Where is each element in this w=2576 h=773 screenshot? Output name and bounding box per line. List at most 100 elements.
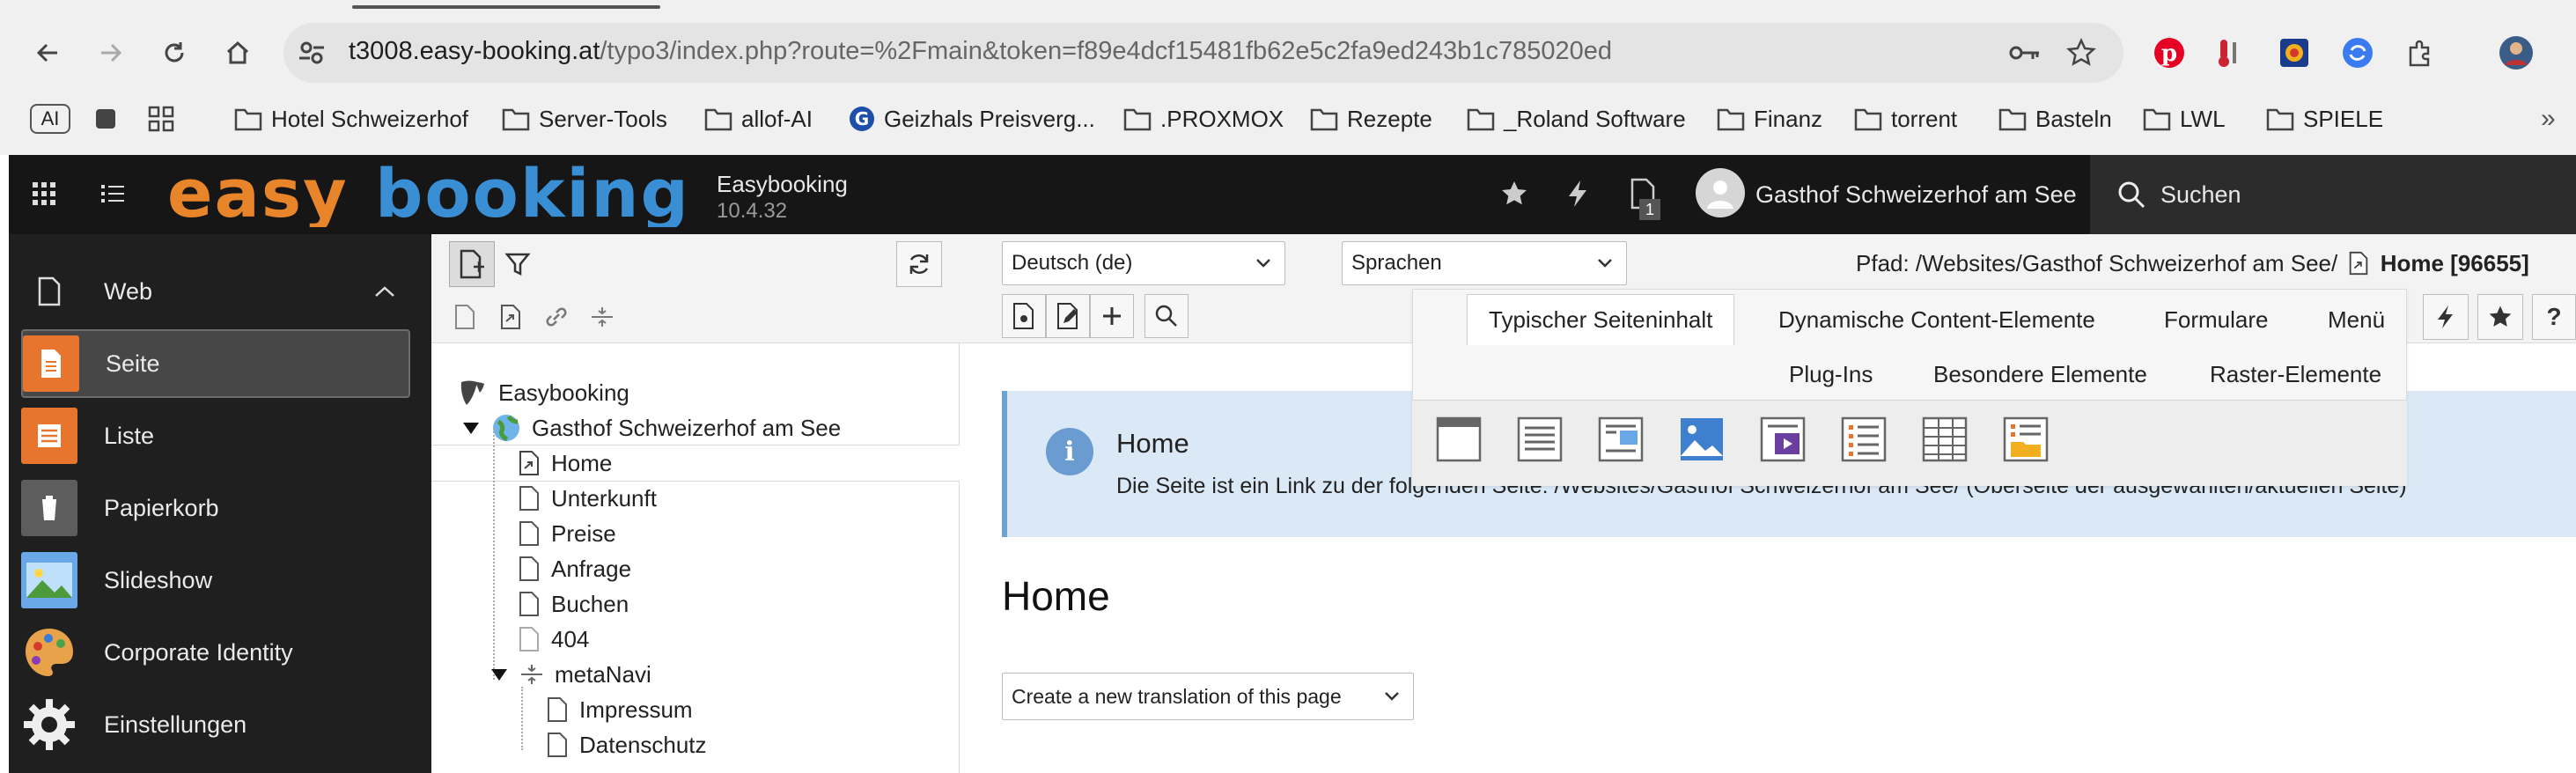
bookmark-page-button[interactable] [2477,294,2523,340]
tree-root-node[interactable]: Easybooking [456,375,629,410]
user-name[interactable]: Gasthof Schweizerhof am See [1755,181,2077,209]
tree-page-impressum[interactable]: Impressum [546,692,693,727]
bookmark-apps[interactable] [148,97,183,141]
drag-shortcut-button[interactable] [488,294,534,340]
drag-new-page-button[interactable] [442,294,488,340]
tree-toggle-button[interactable] [92,173,134,215]
home-icon [226,40,249,64]
module-slideshow[interactable]: Slideshow [21,546,410,615]
app-grid-toggle[interactable] [23,173,65,215]
reload-button[interactable] [153,32,195,74]
wizard-tab-formulare[interactable]: Formulare [2164,294,2268,345]
tree-site-node[interactable]: Gasthof Schweizerhof am See [461,410,841,445]
file-links-element-icon[interactable] [2000,414,2051,465]
module-papierkorb[interactable]: Papierkorb [21,474,410,542]
wizard-tab-besondere-elemente[interactable]: Besondere Elemente [1933,349,2147,400]
profile-avatar-icon[interactable] [2497,33,2536,72]
tree-page-label: Impressum [579,696,693,723]
colorful-extension-icon[interactable] [2275,33,2314,72]
drag-link-button[interactable] [534,294,579,340]
filter-icon [504,253,531,276]
image-element-icon[interactable] [1676,414,1727,465]
forward-button[interactable] [90,32,132,74]
bookmark-star-icon[interactable] [2062,33,2101,72]
extensions-puzzle-icon[interactable] [2402,33,2440,72]
tree-page-datenschutz[interactable]: Datenschutz [546,727,707,762]
new-page-toggle-button[interactable] [449,241,495,287]
wizard-tab-dynamische-content-elemente[interactable]: Dynamische Content-Elemente [1778,294,2095,345]
text-element-icon[interactable] [1514,414,1565,465]
translation-select[interactable]: Create a new translation of this page [1002,673,1414,720]
search-content-button[interactable] [1144,294,1189,338]
breadcrumb-path: Pfad: /Websites/Gasthof Schweizerhof am … [1856,250,2338,276]
module-group-web[interactable]: Web [21,257,410,326]
sync-extension-icon[interactable] [2338,33,2377,72]
wizard-tab-plug-ins[interactable]: Plug-Ins [1789,349,1873,400]
bookmark-finanz[interactable]: Finanz [1717,97,1822,141]
pinterest-icon[interactable]: p [2150,33,2189,72]
help-icon: ? [2546,303,2562,330]
help-button[interactable]: ? [2532,294,2576,340]
url-text[interactable]: t3008.easy-booking.at/typo3/index.php?ro… [349,37,1612,66]
bookmark-ai[interactable]: AI [30,97,70,141]
media-element-icon[interactable] [1757,414,1808,465]
bookmark-rezepte[interactable]: Rezepte [1310,97,1432,141]
bookmark-server-tools[interactable]: Server-Tools [502,97,667,141]
password-key-icon[interactable] [2006,33,2044,72]
back-button[interactable] [26,32,69,74]
chevron-down-icon [1385,692,1399,701]
home-button[interactable] [217,32,259,74]
bullet-list-element-icon[interactable] [1838,414,1889,465]
tree-page-preise[interactable]: Preise [518,516,616,551]
module-seite[interactable]: Seite [21,329,410,398]
new-content-button[interactable] [1090,294,1134,338]
list-module-icon [21,408,77,464]
text-image-element-icon[interactable] [1595,414,1646,465]
folder-icon [1998,108,2027,131]
module-liste[interactable]: Liste [21,401,410,470]
clear-cache-button[interactable] [1557,173,1599,215]
header-element-icon[interactable] [1433,414,1484,465]
wizard-tab-typischer-seiteninhalt[interactable]: Typischer Seiteninhalt [1467,294,1735,345]
reload-icon [165,42,184,63]
bookmark-basteln[interactable]: Basteln [1998,97,2112,141]
bookmark-spiele[interactable]: SPIELE [2266,97,2383,141]
view-page-button[interactable] [1002,294,1046,338]
bookmark-square[interactable] [93,97,127,141]
user-avatar[interactable] [1696,168,1745,217]
module-group-label: Web [104,277,153,305]
wizard-tab-raster-elemente[interactable]: Raster-Elemente [2210,349,2381,400]
bookmarks-toolbar-button[interactable] [1493,173,1535,215]
refresh-tree-button[interactable] [896,241,942,287]
bookmark-roland-software[interactable]: _Roland Software [1467,97,1686,141]
more-bookmarks-button[interactable]: » [2541,97,2556,141]
tree-page-buchen[interactable]: Buchen [518,586,629,622]
thermometer-extension-icon[interactable] [2210,33,2248,72]
drag-spacer-button[interactable] [579,294,625,340]
easybooking-logo[interactable]: easy booking [167,154,704,232]
opendocs-button[interactable]: 1 [1622,173,1664,220]
tree-page-unterkunft[interactable]: Unterkunft [518,481,657,516]
bookmark-hotel-schweizerhof[interactable]: Hotel Schweizerhof [234,97,468,141]
clear-cache-page-button[interactable] [2423,294,2469,340]
tree-page-home[interactable]: Home [518,445,612,481]
wizard-tab-menue[interactable]: Menü [2328,294,2385,345]
bookmark-proxmox[interactable]: .PROXMOX [1123,97,1284,141]
search-label[interactable]: Suchen [2160,181,2241,209]
bookmark-lwl[interactable]: LWL [2143,97,2226,141]
tree-page-404[interactable]: 404 [518,622,589,657]
tree-page-anfrage[interactable]: Anfrage [518,551,631,586]
bookmark-allof-ai[interactable]: allof-AI [704,97,813,141]
module-corporate-identity[interactable]: Corporate Identity [21,618,410,687]
tree-page-label: Unterkunft [551,484,657,512]
edit-page-button[interactable] [1046,294,1090,338]
languages-select[interactable]: Sprachen [1342,241,1627,285]
filter-button[interactable] [495,241,541,287]
tree-folder-metanavi[interactable]: metaNavi [489,657,651,692]
bookmark-geizhals[interactable]: G Geizhals Preisverg... [849,97,1095,141]
module-einstellungen[interactable]: Einstellungen [21,690,410,759]
bookmark-torrent[interactable]: torrent [1854,97,1957,141]
language-select[interactable]: Deutsch (de) [1002,241,1285,285]
site-settings-icon[interactable] [296,37,331,70]
table-element-icon[interactable] [1919,414,1970,465]
